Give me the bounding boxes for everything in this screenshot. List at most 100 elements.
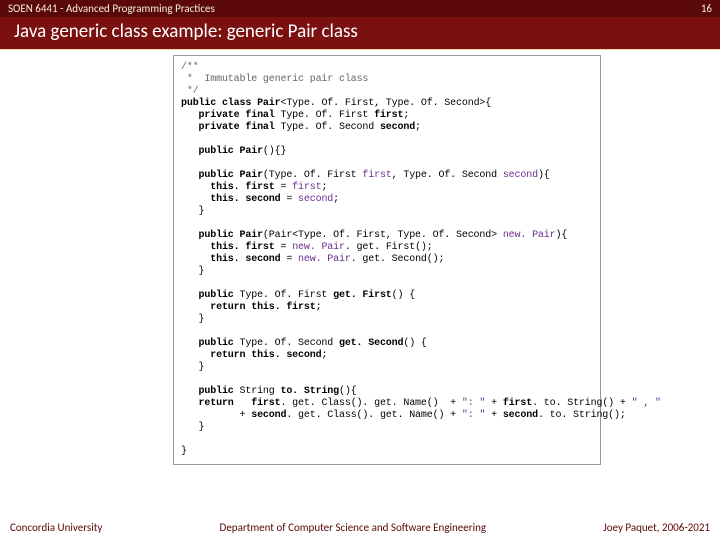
- content-area: /** * Immutable generic pair class */ pu…: [0, 50, 720, 540]
- code-line: }: [181, 206, 204, 217]
- code-token: public: [181, 146, 240, 157]
- code-token: private final: [181, 110, 280, 121]
- code-token: , Type. Of. Second: [392, 170, 503, 181]
- code-token: new. Pair: [503, 230, 556, 241]
- footer: Concordia University Department of Compu…: [0, 518, 720, 540]
- code-token: ;: [321, 182, 327, 193]
- code-token: public class: [181, 98, 257, 109]
- code-token: public: [181, 386, 240, 397]
- code-token: ;: [321, 350, 327, 361]
- footer-right: Joey Paquet, 2006-2021: [603, 521, 710, 534]
- code-token: get. First: [333, 290, 392, 301]
- code-token: first: [292, 182, 321, 193]
- code-token: ;: [316, 302, 322, 313]
- code-token: this.: [181, 194, 245, 205]
- footer-left: Concordia University: [10, 521, 102, 534]
- code-token: Type. Of. First: [280, 110, 374, 121]
- code-token: +: [181, 410, 251, 421]
- footer-center: Department of Computer Science and Softw…: [220, 521, 487, 534]
- code-token: . get. Second();: [351, 254, 445, 265]
- code-token: return: [181, 398, 251, 409]
- code-token: ;: [415, 122, 421, 133]
- code-token: first: [245, 242, 280, 253]
- code-token: . get. First();: [345, 242, 433, 253]
- code-token: =: [280, 182, 292, 193]
- code-token: () {: [403, 338, 426, 349]
- code-line: /**: [181, 62, 199, 73]
- code-token: second: [286, 350, 321, 361]
- code-token: new. Pair: [292, 242, 345, 253]
- code-line: }: [181, 422, 204, 433]
- code-token: private final: [181, 122, 280, 133]
- code-token: " , ": [632, 398, 661, 409]
- code-token: . get. Class(). get. Name() +: [286, 410, 462, 421]
- code-token: =: [280, 242, 292, 253]
- code-token: first: [362, 170, 391, 181]
- code-token: () {: [392, 290, 415, 301]
- code-token: ;: [333, 194, 339, 205]
- code-token: Type. Of. First: [240, 290, 334, 301]
- code-token: Pair: [240, 146, 263, 157]
- code-token: Pair: [240, 170, 263, 181]
- code-token: +: [485, 410, 503, 421]
- code-token: String: [240, 386, 281, 397]
- code-token: public: [181, 170, 240, 181]
- code-token: first: [245, 182, 280, 193]
- code-token: public: [181, 290, 240, 301]
- slide-title: Java generic class example: generic Pair…: [0, 17, 720, 50]
- code-token: . to. String();: [538, 410, 626, 421]
- code-token: first: [374, 110, 403, 121]
- code-token: public: [181, 230, 240, 241]
- code-token: second: [298, 194, 333, 205]
- code-token: this.: [181, 242, 245, 253]
- code-token: second: [245, 254, 286, 265]
- code-token: Pair: [257, 98, 280, 109]
- code-token: Pair: [240, 230, 263, 241]
- title-text: Java generic class example: generic Pair…: [14, 20, 358, 43]
- code-token: ": ": [462, 398, 485, 409]
- code-token: first: [286, 302, 315, 313]
- code-token: <Type. Of. First, Type. Of. Second>{: [280, 98, 491, 109]
- code-token: ){: [555, 230, 567, 241]
- code-token: second: [251, 410, 286, 421]
- code-token: second: [380, 122, 415, 133]
- code-line: */: [181, 86, 199, 97]
- code-token: (Pair<Type. Of. First, Type. Of. Second>: [263, 230, 503, 241]
- code-line: }: [181, 266, 204, 277]
- code-token: second: [503, 170, 538, 181]
- course-code: SOEN 6441 - Advanced Programming Practic…: [8, 2, 215, 15]
- code-token: first: [503, 398, 532, 409]
- code-token: this.: [181, 254, 245, 265]
- code-token: =: [286, 254, 298, 265]
- code-token: . get. Class(). get. Name() +: [280, 398, 461, 409]
- slide: SOEN 6441 - Advanced Programming Practic…: [0, 0, 720, 540]
- code-token: return this.: [181, 302, 286, 313]
- code-token: first: [251, 398, 280, 409]
- code-token: return this.: [181, 350, 286, 361]
- code-token: (){}: [263, 146, 286, 157]
- code-box: /** * Immutable generic pair class */ pu…: [173, 55, 601, 465]
- code-token: (){: [339, 386, 357, 397]
- code-token: . to. String() +: [532, 398, 631, 409]
- code-token: Type. Of. Second: [240, 338, 339, 349]
- code-token: to. String: [280, 386, 339, 397]
- code-token: ){: [538, 170, 550, 181]
- page-number: 16: [701, 2, 712, 15]
- code-token: public: [181, 338, 240, 349]
- code-token: ;: [403, 110, 409, 121]
- code-line: }: [181, 362, 204, 373]
- code-line: }: [181, 314, 204, 325]
- header-bar: SOEN 6441 - Advanced Programming Practic…: [0, 0, 720, 17]
- code-token: (Type. Of. First: [263, 170, 362, 181]
- code-token: second: [503, 410, 538, 421]
- code-token: this.: [181, 182, 245, 193]
- code-token: new. Pair: [298, 254, 351, 265]
- code-token: second: [245, 194, 286, 205]
- code-line: }: [181, 446, 187, 457]
- code-token: +: [485, 398, 503, 409]
- code-token: Type. Of. Second: [280, 122, 379, 133]
- code-token: =: [286, 194, 298, 205]
- code-line: * Immutable generic pair class: [181, 74, 368, 85]
- code-token: ": ": [462, 410, 485, 421]
- code-token: get. Second: [339, 338, 403, 349]
